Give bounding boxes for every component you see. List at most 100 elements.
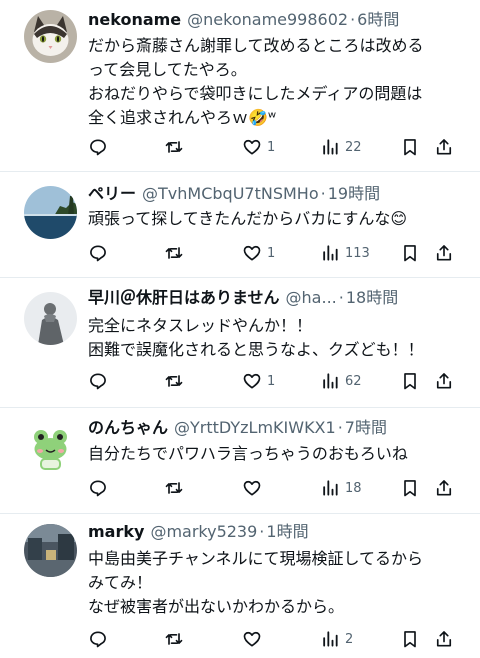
retweet-icon — [164, 243, 184, 263]
action-bar: 1 62 — [88, 369, 460, 393]
bookmark-button[interactable] — [400, 135, 420, 159]
share-button[interactable] — [434, 627, 454, 651]
like-button[interactable] — [242, 476, 267, 500]
bookmark-icon — [400, 629, 420, 649]
street-avatar-icon[interactable] — [24, 524, 77, 577]
heart-icon — [242, 478, 262, 498]
tweet[interactable]: nekoname @nekoname998602 · 6時間 だから斎藤さん謝罪して改… — [0, 0, 480, 172]
like-button[interactable] — [242, 627, 267, 651]
timestamp[interactable]: 19時間 — [328, 184, 380, 203]
display-name[interactable]: ペリー — [88, 184, 136, 203]
retweet-button[interactable] — [164, 369, 189, 393]
tweet-text-line: だから斎藤さん謝罪して改めるところは改める — [88, 36, 424, 55]
handle[interactable]: @YrttDYzLmKIWKX1 — [174, 418, 336, 437]
separator-dot: · — [337, 418, 343, 437]
like-count: 1 — [267, 139, 276, 155]
tweet[interactable]: のんちゃん @YrttDYzLmKIWKX1 · 7時間 自分たちでパワハラ言っちゃう… — [0, 408, 480, 514]
bookmark-icon — [400, 243, 420, 263]
reply-icon — [88, 371, 108, 391]
share-button[interactable] — [434, 135, 454, 159]
tweet-text: だから斎藤さん謝罪して改めるところは改める って会見してたやろ。 おねだりやらで… — [88, 34, 470, 130]
handle[interactable]: @nekoname998602 — [187, 10, 348, 29]
retweet-button[interactable] — [164, 476, 189, 500]
retweet-icon — [164, 478, 184, 498]
view-count: 62 — [345, 373, 362, 389]
timestamp[interactable]: 18時間 — [346, 288, 398, 307]
action-bar: 1 22 — [88, 135, 460, 159]
retweet-button[interactable] — [164, 241, 189, 265]
like-button[interactable]: 1 — [242, 369, 275, 393]
reply-feed: nekoname @nekoname998602 · 6時間 だから斎藤さん謝罪して改… — [0, 0, 480, 658]
view-count: 18 — [345, 480, 362, 496]
views-button[interactable]: 113 — [320, 241, 370, 265]
action-bar: 2 — [88, 627, 460, 651]
share-icon — [434, 371, 454, 391]
tweet[interactable]: marky @marky5239 · 1時間 中島由美子チャンネルにて現場検証してるか… — [0, 514, 480, 658]
heart-icon — [242, 371, 262, 391]
heart-icon — [242, 137, 262, 157]
views-button[interactable]: 22 — [320, 135, 362, 159]
share-button[interactable] — [434, 476, 454, 500]
views-button[interactable]: 2 — [320, 627, 353, 651]
separator-dot: · — [338, 288, 344, 307]
view-count: 2 — [345, 631, 354, 647]
views-button[interactable]: 62 — [320, 369, 362, 393]
reply-button[interactable] — [88, 241, 113, 265]
tweet[interactable]: 早川＠休肝日はありません @ha... · 18時間 完全にネタスレッドやんか！！ 困… — [0, 278, 480, 408]
display-name[interactable]: marky — [88, 522, 144, 541]
action-bar: 18 — [88, 476, 460, 500]
like-button[interactable]: 1 — [242, 241, 275, 265]
tweet-header: nekoname @nekoname998602 · 6時間 — [88, 8, 470, 32]
tweet-text-line: 全く追求されんやろｗ🤣ʷ — [88, 108, 277, 127]
analytics-icon — [320, 371, 340, 391]
like-button[interactable]: 1 — [242, 135, 275, 159]
tweet-text-line: って会見してたやろ。 — [88, 60, 247, 79]
tweet-header: marky @marky5239 · 1時間 — [88, 520, 470, 544]
retweet-button[interactable] — [164, 627, 189, 651]
bookmark-button[interactable] — [400, 369, 420, 393]
action-bar: 1 113 — [88, 241, 460, 265]
display-name[interactable]: のんちゃん — [88, 418, 168, 437]
tweet-meta: @ha... · 18時間 — [286, 288, 399, 307]
frog-avatar-icon[interactable] — [24, 422, 77, 475]
tweet[interactable]: ペリー @TvhMCbqU7tNSMHo · 19時間 頑張って探してきたんだからバカ… — [0, 172, 480, 278]
handle[interactable]: @TvhMCbqU7tNSMHo — [142, 184, 319, 203]
handle[interactable]: @ha... — [286, 288, 337, 307]
analytics-icon — [320, 137, 340, 157]
timestamp[interactable]: 6時間 — [357, 10, 399, 29]
analytics-icon — [320, 478, 340, 498]
share-icon — [434, 137, 454, 157]
reply-icon — [88, 243, 108, 263]
display-name[interactable]: nekoname — [88, 10, 181, 29]
display-name[interactable]: 早川＠休肝日はありません — [88, 288, 280, 307]
like-count: 1 — [267, 373, 276, 389]
tweet-meta: @YrttDYzLmKIWKX1 · 7時間 — [174, 418, 387, 437]
retweet-button[interactable] — [164, 135, 189, 159]
bookmark-icon — [400, 478, 420, 498]
timestamp[interactable]: 7時間 — [345, 418, 387, 437]
statue-avatar-icon[interactable] — [24, 292, 77, 345]
reply-button[interactable] — [88, 627, 113, 651]
analytics-icon — [320, 629, 340, 649]
bookmark-button[interactable] — [400, 241, 420, 265]
reply-button[interactable] — [88, 135, 113, 159]
share-button[interactable] — [434, 241, 454, 265]
reply-button[interactable] — [88, 369, 113, 393]
handle[interactable]: @marky5239 — [150, 522, 257, 541]
separator-dot: · — [259, 522, 265, 541]
share-icon — [434, 478, 454, 498]
view-count: 113 — [345, 245, 370, 261]
bookmark-button[interactable] — [400, 476, 420, 500]
reply-button[interactable] — [88, 476, 113, 500]
view-count: 22 — [345, 139, 362, 155]
tweet-meta: @nekoname998602 · 6時間 — [187, 10, 399, 29]
tweet-header: のんちゃん @YrttDYzLmKIWKX1 · 7時間 — [88, 416, 470, 440]
timestamp[interactable]: 1時間 — [266, 522, 308, 541]
share-icon — [434, 629, 454, 649]
seascape-avatar-icon[interactable] — [24, 186, 77, 239]
bookmark-button[interactable] — [400, 627, 420, 651]
share-button[interactable] — [434, 369, 454, 393]
cat-avatar-icon[interactable] — [24, 10, 77, 63]
views-button[interactable]: 18 — [320, 476, 362, 500]
retweet-icon — [164, 629, 184, 649]
